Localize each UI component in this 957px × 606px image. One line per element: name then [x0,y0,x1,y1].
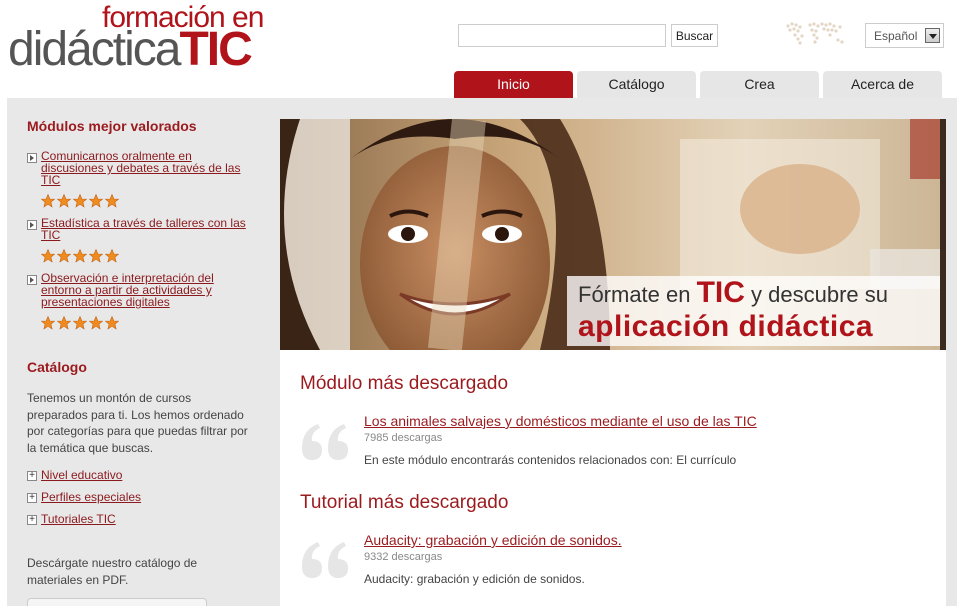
search-input[interactable] [458,24,666,47]
catalog-heading: Catálogo [27,359,87,375]
site-logo[interactable]: formación en didácticaTIC [8,2,278,74]
catalog-download-text: Descárgate nuestro catálogo de materiale… [27,556,198,587]
most-downloaded-tutorial-link[interactable]: Audacity: grabación y edición de sonidos… [364,532,622,548]
star-icon [88,193,104,208]
star-icon [56,248,72,263]
tab-inicio[interactable]: Inicio [454,71,573,98]
tab-catalogo[interactable]: Catálogo [577,71,696,98]
arrow-bullet-icon [27,275,37,285]
world-map-icon[interactable] [780,18,850,50]
quote-icon [302,542,348,578]
language-select[interactable]: Español [865,23,944,48]
expand-plus-icon[interactable]: + [27,515,37,525]
top-rated-item-3[interactable]: Observación e interpretación del entorno… [41,272,214,308]
language-select-value: Español [874,29,918,43]
most-downloaded-tutorial-description: Audacity: grabación y edición de sonidos… [364,572,585,586]
expand-plus-icon[interactable]: + [27,471,37,481]
logo-line2: didácticaTIC [8,23,253,76]
star-icon [56,315,72,330]
rating-stars [40,193,121,208]
most-downloaded-module-description: En este módulo encontrarás contenidos re… [364,453,737,467]
star-icon [40,248,56,263]
star-icon [40,315,56,330]
most-downloaded-module-count: 7985 descargas [364,432,443,444]
star-icon [56,193,72,208]
hero-caption-line2: aplicación didáctica [578,310,874,343]
catalog-link-perfiles-especiales[interactable]: Perfiles especiales [41,491,141,503]
tab-acerca-de[interactable]: Acerca de [823,71,942,98]
most-downloaded-module-link[interactable]: Los animales salvajes y domésticos media… [364,413,757,429]
most-downloaded-tutorial-heading: Tutorial más descargado [300,492,509,513]
rating-stars [40,315,121,330]
star-icon [104,248,120,263]
catalog-link-nivel-educativo[interactable]: Nivel educativo [41,469,122,481]
most-downloaded-tutorial-count: 9332 descargas [364,551,443,563]
star-icon [72,193,88,208]
chevron-down-icon[interactable] [925,28,940,43]
top-rated-item-2[interactable]: Estadística a través de talleres con las… [41,217,246,241]
rating-stars [40,248,121,263]
top-rated-heading: Módulos mejor valorados [27,118,197,134]
top-rated-item-1[interactable]: Comunicarnos oralmente en discusiones y … [41,150,240,186]
expand-plus-icon[interactable]: + [27,493,37,503]
star-icon [104,315,120,330]
tab-crea[interactable]: Crea [700,71,819,98]
quote-icon [302,424,348,460]
arrow-bullet-icon [27,220,37,230]
catalog-description: Tenemos un montón de cursos preparados p… [27,391,248,455]
star-icon [104,193,120,208]
hero-caption-line1: Fórmate en TIC y descubre su [578,276,889,309]
search-button[interactable]: Buscar [671,24,718,47]
catalog-link-tutoriales-tic[interactable]: Tutoriales TIC [41,513,116,525]
star-icon [72,248,88,263]
star-icon [72,315,88,330]
star-icon [88,248,104,263]
star-icon [88,315,104,330]
most-downloaded-module-heading: Módulo más descargado [300,373,509,394]
catalog-download-button[interactable] [27,598,207,606]
arrow-bullet-icon [27,153,37,163]
star-icon [40,193,56,208]
